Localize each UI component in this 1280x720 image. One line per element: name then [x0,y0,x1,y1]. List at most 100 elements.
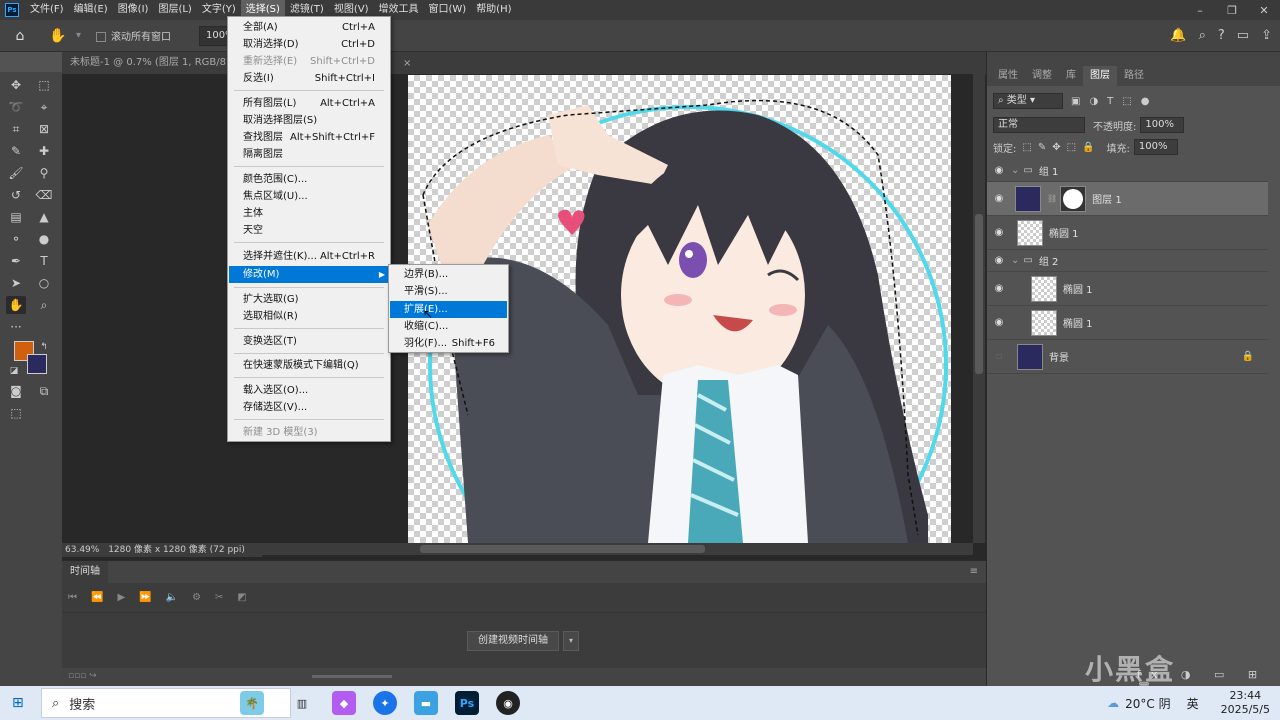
menu-item-new-3d-model[interactable]: 新建 3D 模型(3) [229,424,389,441]
notification-bell-icon[interactable]: 🔔 [1170,28,1186,43]
task-view-icon[interactable]: ▥ [290,691,314,715]
menu-item-grow[interactable]: 扩大选取(G) [229,291,389,308]
weather-text[interactable]: 20°C 阴 [1125,695,1170,712]
obs-icon[interactable]: ◉ [496,691,520,715]
gradient-tool-icon[interactable]: ▤ [6,208,26,226]
restore-button[interactable]: ❐ [1216,4,1248,17]
menu-item-reselect[interactable]: 重新选择(E) Shift+Ctrl+D [229,53,389,70]
fill-field[interactable]: 100% [1133,139,1178,155]
photoshop-taskbar-icon[interactable]: Ps [455,691,479,715]
feather-app-icon[interactable]: ✦ [373,691,397,715]
menu-window[interactable]: 窗口(W) [423,0,471,20]
submenu-item-feather[interactable]: 羽化(F)... Shift+F6 [390,335,507,352]
chevron-down-icon[interactable]: ⌄ [1011,255,1019,266]
layer-row[interactable]: ◉ ⛓ 图层 1 [987,182,1268,216]
menu-item-inverse[interactable]: 反选(I) Shift+Ctrl+I [229,70,389,87]
folder-app-icon[interactable]: ▬ [414,691,438,715]
healing-brush-icon[interactable]: ✚ [34,142,54,160]
crop-tool-icon[interactable]: ⌗ [6,120,26,138]
eye-icon[interactable]: ◉ [987,283,1011,294]
eye-icon[interactable]: ◉ [987,165,1011,176]
document-info[interactable]: 1280 像素 x 1280 像素 (72 ppi) [108,545,245,555]
eye-icon[interactable]: ◉ [987,317,1011,328]
menu-item-deselect[interactable]: 取消选择(D) Ctrl+D [229,36,389,53]
menu-item-select-all[interactable]: 全部(A) Ctrl+A [229,19,389,36]
menu-item-save-selection[interactable]: 存储选区(V)... [229,399,389,416]
edit-toolbar-icon[interactable]: ⬚ [6,404,26,422]
menu-item-focus-area[interactable]: 焦点区域(U)... [229,188,389,205]
eye-icon[interactable]: ◉ [987,255,1011,266]
eye-icon[interactable]: ◉ [987,227,1011,238]
home-icon[interactable]: ⌂ [0,28,40,44]
copilot-icon[interactable]: ◆ [332,691,356,715]
path-select-tool-icon[interactable]: ➤ [6,274,26,292]
type-tool-icon[interactable]: T [34,252,54,270]
menu-item-similar[interactable]: 选取相似(R) [229,308,389,325]
settings-icon[interactable]: ⚙ [192,592,201,603]
dodge-tool-icon[interactable]: ⚬ [6,230,26,248]
next-frame-icon[interactable]: ⏩ [139,592,151,603]
menu-item-quick-mask[interactable]: 在快速蒙版模式下编辑(Q) [229,357,389,374]
pen-tool-icon[interactable]: ✒ [6,252,26,270]
island-widget-icon[interactable]: 🌴 [240,691,264,715]
eye-hidden-icon[interactable]: ▫ [987,351,1011,362]
windows-start-icon[interactable]: ⊞ [12,695,24,711]
tab-layers[interactable]: 图层 [1083,66,1117,86]
submenu-item-contract[interactable]: 收缩(C)... [390,318,507,335]
tab-libraries[interactable]: 库 [1059,66,1083,86]
layer-row[interactable]: ◉ ⌄ ▭ 组 2 [987,250,1268,272]
zoom-tool-icon[interactable]: ⌕ [34,296,54,314]
swap-colors-icon[interactable]: ↰ [34,338,54,356]
blend-mode-select[interactable]: 正常 [993,117,1085,133]
eye-icon[interactable]: ◉ [987,193,1011,204]
default-colors-icon[interactable]: ◪ [4,362,24,380]
background-color-swatch[interactable] [27,354,47,374]
brush-tool-icon[interactable]: 🖌 [6,164,26,182]
submenu-item-smooth[interactable]: 平滑(S)... [390,283,507,300]
filter-icons[interactable]: ▣◑T⬚● [1071,96,1158,107]
eyedropper-tool-icon[interactable]: ✎ [6,142,26,160]
history-brush-icon[interactable]: ↺ [6,186,26,204]
play-icon[interactable]: ▶ [117,592,125,603]
search-icon[interactable]: ⌕ [1199,28,1206,43]
horizontal-scroll-thumb[interactable] [420,545,705,553]
object-select-tool-icon[interactable]: ⌖ [34,98,54,116]
minimize-button[interactable]: – [1184,4,1216,17]
zoom-status[interactable]: 63.49% [65,545,99,555]
burn-tool-icon[interactable]: ● [34,230,54,248]
menu-item-subject[interactable]: 主体 [229,205,389,222]
marquee-tool-icon[interactable]: ⬚ [34,76,54,94]
dropdown-arrow-icon[interactable]: ▾ [76,30,90,41]
tab-close-icon[interactable]: × [403,58,411,69]
create-video-timeline-button[interactable]: 创建视频时间轴 [467,631,559,651]
frame-tool-icon[interactable]: ⊠ [34,120,54,138]
workspace-icon[interactable]: ▭ [1237,28,1249,43]
menu-item-all-layers[interactable]: 所有图层(L) Alt+Ctrl+A [229,95,389,112]
split-icon[interactable]: ✂ [215,592,223,603]
filter-kind-select[interactable]: ⌕ 类型 ▾ [993,93,1063,109]
menu-item-modify[interactable]: 修改(M) ▶ [229,266,389,283]
vertical-scroll-thumb[interactable] [975,214,983,374]
menu-help[interactable]: 帮助(H) [471,0,516,20]
more-tools-icon[interactable]: ··· [6,318,26,336]
menu-item-sky[interactable]: 天空 [229,222,389,239]
hand-tool-icon[interactable]: ✋ [40,28,76,44]
zoom-slider[interactable] [312,675,392,678]
screen-mode-icon[interactable]: ⧉ [34,382,54,400]
menu-layer[interactable]: 图层(L) [153,0,196,20]
help-icon[interactable]: ? [1218,28,1225,43]
quick-mask-icon[interactable]: ◙ [6,382,26,400]
clock[interactable]: 23:44 2025/5/5 [1221,689,1270,717]
submenu-item-border[interactable]: 边界(B)... [390,266,507,283]
prev-frame-icon[interactable]: ⏪ [91,592,103,603]
layer-row[interactable]: ◉ 椭圆 1 [987,216,1268,250]
tab-paths[interactable]: 路径 [1117,66,1151,86]
menu-image[interactable]: 图像(I) [113,0,154,20]
timeline-tab[interactable]: 时间轴 [62,561,108,583]
layer-row[interactable]: ◉ ⌄ ▭ 组 1 [987,160,1268,182]
menu-item-transform-selection[interactable]: 变换选区(T) [229,333,389,350]
stamp-tool-icon[interactable]: ⚲ [34,164,54,182]
document-tab[interactable]: 未标题-1 @ 0.7% (图层 1, RGB/8) [62,52,238,74]
layer-row[interactable]: ▫ 背景 🔒 [987,340,1268,374]
menu-item-color-range[interactable]: 颜色范围(C)... [229,171,389,188]
